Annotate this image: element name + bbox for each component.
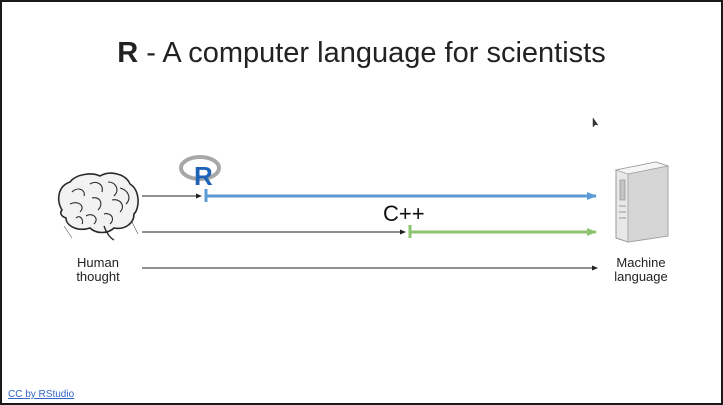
human-thought-line-2: thought — [76, 269, 120, 284]
human-thought-line-1: Human — [77, 255, 119, 270]
credit-link[interactable]: CC by RStudio — [8, 389, 74, 400]
human-thought-label: Human thought — [64, 256, 132, 284]
r-logo-letter: R — [194, 161, 213, 191]
machine-language-line-1: Machine — [616, 255, 666, 270]
brain-icon — [57, 172, 139, 241]
server-tower-icon — [614, 161, 670, 243]
machine-language-line-2: language — [614, 269, 668, 284]
machine-language-label: Machine language — [606, 256, 676, 284]
r-logo-icon: R — [179, 155, 221, 191]
language-diagram: R — [57, 155, 670, 271]
mouse-cursor-icon — [592, 117, 599, 128]
cpp-label: C++ — [383, 201, 425, 226]
